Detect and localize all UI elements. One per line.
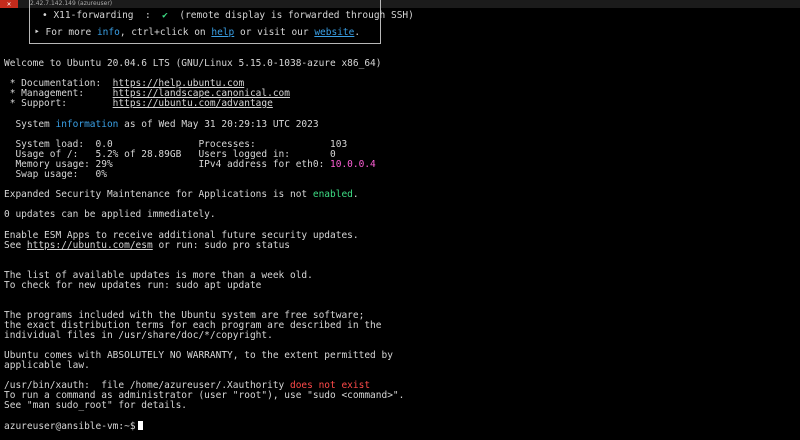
cursor-icon [137,421,143,430]
help-link[interactable]: help [211,27,234,38]
esm-line: Expanded Security Maintenance for Applic… [4,189,359,200]
sudo-line: See "man sudo_root" for details. [4,400,188,411]
esm-link[interactable]: https://ubuntu.com/esm [27,240,153,251]
support-line: * Support: https://ubuntu.com/advantage [4,98,273,109]
updates-line: 0 updates can be applied immediately. [4,209,216,220]
sysinfo-line: System information as of Wed May 31 20:2… [4,119,319,130]
support-link[interactable]: https://ubuntu.com/advantage [113,98,273,109]
shell-prompt[interactable]: azureuser@ansible-vm:~$ [4,421,143,432]
website-link[interactable]: website [314,27,354,38]
mobaxterm-banner: • X11-forwarding : ✔ (remote display is … [29,0,414,44]
stat-line: Swap usage: 0% [4,169,107,180]
check-updates-line: To check for new updates run: sudo apt u… [4,280,262,291]
see-esm-line: See https://ubuntu.com/esm or run: sudo … [4,240,291,251]
x11-label: X11-forwarding [53,10,134,21]
close-icon[interactable]: ✕ [0,0,18,8]
x11-forwarding-line: • X11-forwarding : ✔ (remote display is … [42,10,414,21]
free-line: individual files in /usr/share/doc/*/cop… [4,330,273,341]
welcome-line: Welcome to Ubuntu 20.04.6 LTS (GNU/Linux… [4,58,382,69]
triangle-icon: ‣ [34,27,40,38]
more-info-line: ‣ For more info, ctrl+click on help or v… [34,27,361,38]
warranty-line: applicable law. [4,360,90,371]
check-icon: ✔ [162,10,168,21]
info-link[interactable]: info [97,27,120,38]
ip-address: 10.0.0.4 [330,159,376,170]
